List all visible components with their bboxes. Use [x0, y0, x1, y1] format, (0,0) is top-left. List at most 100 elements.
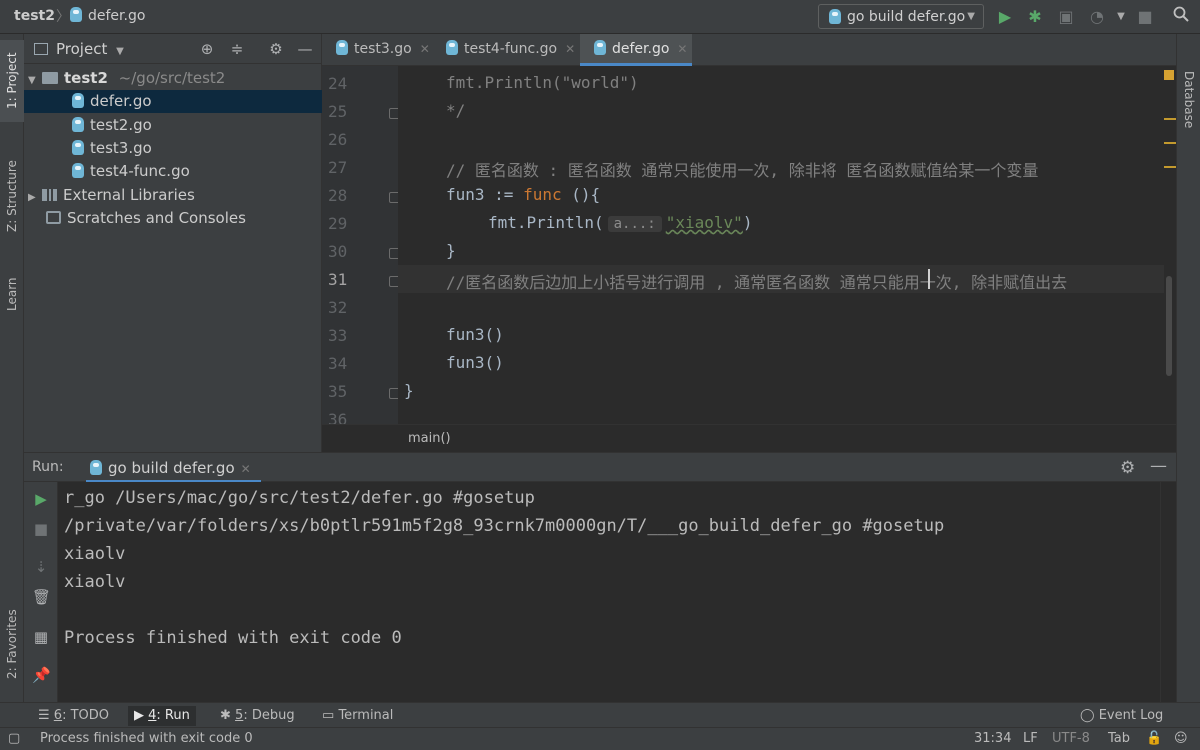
tool-button-debug[interactable]: ✱ 5: Debug: [214, 706, 301, 726]
tool-button-event-log[interactable]: ◯ Event Log: [1074, 706, 1169, 726]
caret-position[interactable]: 31:34: [974, 731, 1011, 746]
editor-tab-bar: test3.go ✕ test4-func.go ✕ defer.go ✕: [322, 34, 1176, 66]
close-icon[interactable]: ✕: [677, 42, 687, 56]
breadcrumb-function[interactable]: main(): [408, 431, 451, 446]
rerun-icon[interactable]: ▶: [32, 490, 50, 508]
editor-scrollbar[interactable]: [1164, 66, 1176, 424]
expand-arrow-icon[interactable]: ▶: [28, 186, 42, 209]
fold-marker-icon[interactable]: [389, 276, 398, 287]
scratches-icon: [46, 211, 61, 224]
coverage-icon[interactable]: ▣: [1055, 6, 1077, 28]
run-configuration-select[interactable]: go build defer.go ▼: [818, 4, 984, 29]
code-text: ): [742, 213, 753, 232]
chevron-down-icon: ▼: [967, 11, 975, 22]
inspection-icon[interactable]: ☺: [1174, 731, 1188, 746]
line-number: 25: [328, 102, 348, 121]
tool-button-terminal[interactable]: ▭ Terminal: [316, 706, 399, 726]
fold-marker-icon[interactable]: [389, 248, 398, 259]
minimize-icon[interactable]: —: [1150, 456, 1167, 476]
layout-icon[interactable]: ▦: [32, 628, 50, 646]
tab-test3-go[interactable]: test3.go ✕: [322, 34, 432, 66]
gear-icon[interactable]: ⚙: [267, 40, 285, 58]
close-icon[interactable]: ✕: [565, 42, 575, 56]
tab-defer-go[interactable]: defer.go ✕: [580, 34, 692, 66]
parameter-hint: a...:: [607, 216, 662, 232]
expand-arrow-icon[interactable]: ▼: [28, 69, 42, 92]
tool-tab-structure[interactable]: Z: Structure: [0, 146, 24, 246]
tool-tab-database[interactable]: Database: [1177, 40, 1200, 160]
tree-item-file[interactable]: defer.go: [24, 90, 322, 113]
go-file-icon: [72, 93, 84, 108]
console-line: Process finished with exit code 0: [64, 628, 402, 648]
warning-indicator-icon[interactable]: [1164, 70, 1174, 80]
line-number: 30: [328, 242, 348, 261]
breadcrumb-file[interactable]: defer.go: [70, 7, 145, 24]
console-scrollbar[interactable]: [1160, 482, 1176, 702]
indent-setting[interactable]: Tab: [1108, 731, 1130, 746]
line-number: 34: [328, 354, 348, 373]
tree-item-file[interactable]: test4-func.go: [24, 160, 322, 183]
tree-item-external-libraries[interactable]: ▶ External Libraries: [24, 184, 322, 207]
close-icon[interactable]: ✕: [420, 42, 430, 56]
fold-marker-icon[interactable]: [389, 388, 398, 399]
go-file-icon: [594, 40, 606, 55]
run-console[interactable]: r_go /Users/mac/go/src/test2/defer.go #g…: [58, 482, 1160, 702]
tab-test4-func-go[interactable]: test4-func.go ✕: [432, 34, 580, 66]
stop-icon[interactable]: ■: [1134, 6, 1156, 28]
scroll-to-end-icon[interactable]: ⇣: [32, 558, 50, 576]
tree-item-label: test2.go: [90, 116, 152, 134]
profile-icon[interactable]: ◔: [1086, 6, 1108, 28]
run-icon[interactable]: ▶: [994, 6, 1016, 28]
go-file-icon: [70, 7, 82, 22]
tree-item-scratches[interactable]: Scratches and Consoles: [24, 207, 322, 230]
project-panel: Project ▼ ⊕ ≑ ⚙ — ▼ test2 ~/go/src/test2 …: [24, 34, 322, 452]
run-tab[interactable]: go build defer.go ✕: [86, 453, 261, 483]
lock-icon[interactable]: 🔓: [1146, 731, 1162, 746]
tool-button-todo[interactable]: ☰ 6: TODO: [32, 706, 115, 726]
fold-marker-icon[interactable]: [389, 108, 398, 119]
fold-marker-icon[interactable]: [389, 192, 398, 203]
debug-icon[interactable]: ✱: [1024, 6, 1046, 28]
breadcrumb-project[interactable]: test2: [14, 8, 55, 24]
project-view-select[interactable]: Project ▼: [34, 40, 124, 58]
line-number: 26: [328, 130, 348, 149]
pin-icon[interactable]: 📌: [32, 666, 51, 684]
stop-icon[interactable]: ■: [32, 520, 50, 538]
tree-item-file[interactable]: test3.go: [24, 137, 322, 160]
code-comment: //匿名函数后边加上小括号进行调用 , 通常匿名函数 通常只能用一次, 除非赋值…: [446, 273, 1068, 292]
search-icon[interactable]: [1170, 6, 1192, 28]
code-editor[interactable]: fmt.Println("world") */ // 匿名函数 : 匿名函数 通…: [398, 66, 1164, 424]
code-text: fun3(): [446, 353, 504, 372]
minimize-icon[interactable]: —: [296, 40, 314, 58]
trash-icon[interactable]: 🗑: [32, 588, 51, 606]
chevron-down-icon[interactable]: ▼: [1110, 6, 1132, 28]
run-panel-toolbar: ▶ ■ ⇣ 🗑 ▦ 📌: [24, 482, 58, 702]
go-file-icon: [446, 40, 458, 55]
tree-item-label: test4-func.go: [90, 162, 190, 180]
code-text: (){: [561, 185, 601, 204]
code-line: fmt.Println("world"): [446, 73, 639, 92]
tool-windows-toggle-icon[interactable]: ▢: [8, 731, 20, 746]
collapse-all-icon[interactable]: ≑: [228, 40, 246, 58]
tree-root-test2[interactable]: ▼ test2 ~/go/src/test2: [24, 67, 322, 90]
code-text: fmt.Println(: [488, 213, 604, 232]
code-text: fun3(): [446, 325, 504, 344]
tool-tab-favorites[interactable]: 2: Favorites: [0, 589, 24, 699]
close-icon[interactable]: ✕: [241, 462, 251, 476]
tool-button-run[interactable]: ▶ 4: Run: [128, 706, 196, 726]
tool-tab-learn[interactable]: Learn: [0, 264, 24, 324]
editor-gutter[interactable]: 24 25 26 27 28 29 30 31 32 33 34 35 36: [322, 66, 398, 424]
error-stripe-marker[interactable]: [1164, 166, 1176, 168]
error-stripe-marker[interactable]: [1164, 142, 1176, 144]
tree-root-path: ~/go/src/test2: [118, 69, 226, 87]
error-stripe-marker[interactable]: [1164, 118, 1176, 120]
line-separator[interactable]: LF: [1023, 731, 1038, 746]
tool-button-label: : Run: [156, 708, 190, 723]
tree-item-file[interactable]: test2.go: [24, 114, 322, 137]
code-line: fun3 := func (){: [446, 185, 600, 204]
scrollbar-thumb[interactable]: [1166, 276, 1172, 376]
file-encoding[interactable]: UTF-8: [1052, 731, 1090, 746]
locate-icon[interactable]: ⊕: [198, 40, 216, 58]
tool-tab-project[interactable]: 1: Project: [0, 40, 24, 122]
gear-icon[interactable]: ⚙: [1120, 458, 1135, 478]
